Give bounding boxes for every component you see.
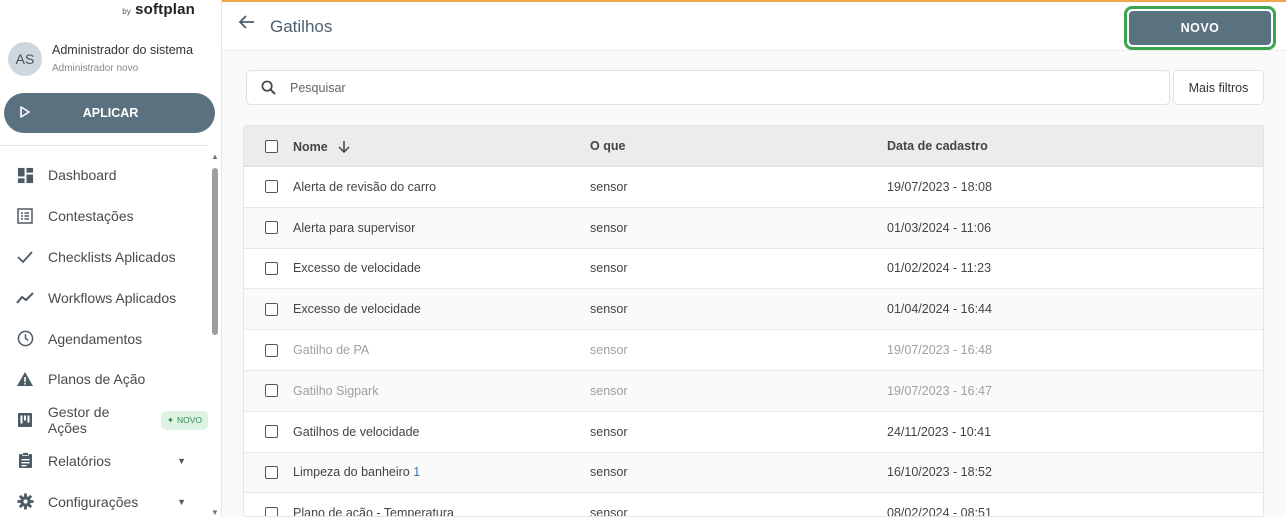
column-header-date[interactable]: Data de cadastro [887, 139, 1187, 153]
sidebar-item-relatorios[interactable]: Relatórios ▼ [0, 441, 208, 482]
kanban-icon [16, 411, 34, 429]
row-checkbox[interactable] [265, 384, 278, 398]
row-checkbox[interactable] [265, 465, 278, 479]
back-arrow-icon[interactable] [238, 14, 256, 35]
clock-icon [16, 330, 34, 348]
row-checkbox[interactable] [265, 506, 278, 516]
row-checkbox[interactable] [265, 425, 278, 439]
table-row[interactable]: Excesso de velocidade sensor 01/02/2024 … [244, 248, 1263, 290]
new-badge: ✦ NOVO [160, 410, 208, 430]
search-bar[interactable] [246, 70, 1170, 105]
row-checkbox[interactable] [265, 261, 278, 275]
sidebar-item-contestacoes[interactable]: Contestações [0, 196, 208, 237]
sidebar-item-configuracoes[interactable]: Configurações ▼ [0, 481, 208, 522]
apply-button[interactable]: APLICAR [4, 93, 215, 133]
table-row[interactable]: Gatilho de PA sensor 19/07/2023 - 16:48 [244, 330, 1263, 371]
arrow-down-icon[interactable] [334, 138, 350, 154]
table-row[interactable]: Excesso de velocidade sensor 01/04/2024 … [244, 289, 1263, 331]
column-header-name[interactable]: Nome [293, 138, 590, 154]
row-checkbox[interactable] [265, 180, 278, 194]
row-checkbox[interactable] [265, 343, 278, 357]
scroll-up-icon[interactable]: ▲ [211, 152, 219, 161]
sidebar: by softplan AS Administrador do sistema A… [0, 0, 222, 517]
scrollbar-thumb[interactable] [212, 168, 218, 335]
warning-icon [16, 370, 34, 388]
trending-icon [16, 289, 34, 307]
list-icon [16, 207, 34, 225]
user-role: Administrador novo [52, 63, 139, 74]
triggers-table: Nome O que Data de cadastro Alerta de re… [243, 125, 1264, 517]
sidebar-scrollbar[interactable]: ▲ ▼ [209, 150, 221, 517]
sidebar-item-gestor-de-acoes[interactable]: Gestor de Ações ✦ NOVO [0, 400, 208, 441]
sidebar-item-agendamentos[interactable]: Agendamentos [0, 318, 208, 359]
table-row[interactable]: Alerta para supervisor sensor 01/03/2024… [244, 207, 1263, 249]
apply-button-label: APLICAR [82, 106, 139, 120]
table-row[interactable]: Plano de ação - Temperatura sensor 08/02… [244, 493, 1263, 516]
more-filters-button[interactable]: Mais filtros [1173, 70, 1264, 105]
play-icon [20, 105, 32, 121]
sidebar-item-dashboard[interactable]: Dashboard [0, 155, 208, 196]
sidebar-nav: Dashboard Contestações Checklists Aplica… [0, 155, 208, 522]
check-icon [16, 248, 34, 266]
brand-logo: by softplan [122, 1, 195, 18]
table-row[interactable]: Limpeza do banheiro 1 sensor 16/10/2023 … [244, 452, 1263, 494]
scroll-down-icon[interactable]: ▼ [211, 508, 219, 517]
avatar[interactable]: AS [8, 42, 42, 76]
row-checkbox[interactable] [265, 221, 278, 235]
dashboard-icon [16, 166, 34, 184]
column-header-what[interactable]: O que [590, 139, 887, 153]
table-header: Nome O que Data de cadastro [244, 126, 1263, 167]
search-input[interactable] [290, 80, 1090, 95]
table-row[interactable]: Alerta de revisão do carro sensor 19/07/… [244, 167, 1263, 208]
table-row[interactable]: Gatilhos de velocidade sensor 24/11/2023… [244, 411, 1263, 453]
row-checkbox[interactable] [265, 302, 278, 316]
main-content: Gatilhos NOVO Mais filtros Nome O que Da… [222, 0, 1286, 517]
sidebar-item-workflows[interactable]: Workflows Aplicados [0, 277, 208, 318]
gear-icon [16, 493, 34, 511]
new-button[interactable]: NOVO [1129, 11, 1271, 45]
page-title: Gatilhos [270, 17, 333, 36]
sidebar-item-planos-de-acao[interactable]: Planos de Ação [0, 359, 208, 400]
select-all-checkbox[interactable] [265, 139, 278, 153]
user-profile[interactable]: AS Administrador do sistema Administrado… [8, 42, 193, 76]
page-header: Gatilhos NOVO [222, 0, 1286, 51]
user-name: Administrador do sistema [52, 43, 194, 57]
sidebar-item-checklists[interactable]: Checklists Aplicados [0, 237, 208, 278]
clipboard-icon [16, 452, 34, 470]
chevron-down-icon[interactable]: ▼ [177, 497, 186, 507]
search-icon [261, 80, 276, 95]
table-row[interactable]: Gatilho Sigpark sensor 19/07/2023 - 16:4… [244, 370, 1263, 412]
divider [0, 145, 208, 146]
chevron-down-icon[interactable]: ▼ [177, 456, 186, 466]
